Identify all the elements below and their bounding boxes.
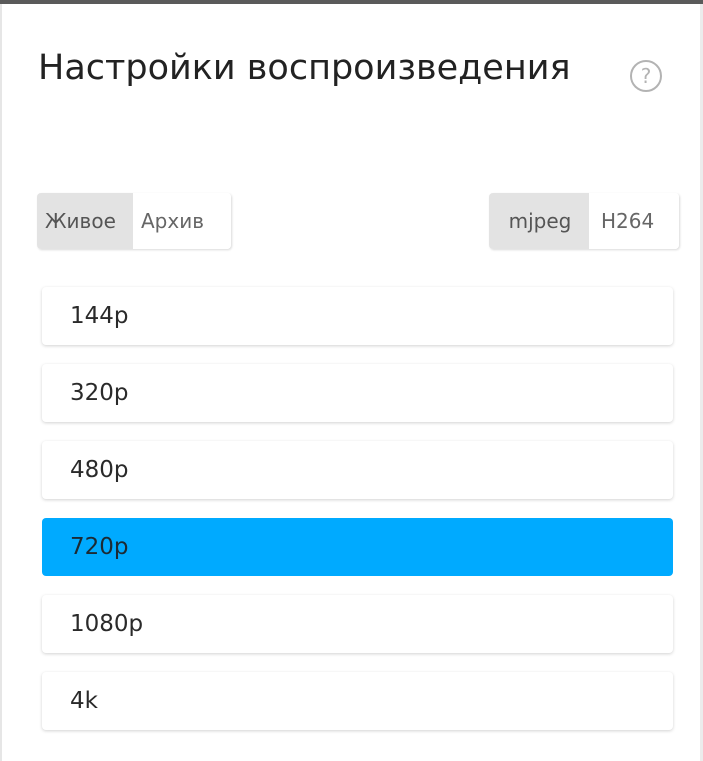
codec-h264-button[interactable]: H264: [589, 193, 679, 249]
quality-option-480p[interactable]: 480p: [42, 441, 673, 499]
mode-toggle: Живое Архив: [37, 193, 231, 249]
codec-mjpeg-button[interactable]: mjpeg: [489, 193, 589, 249]
mode-archive-button[interactable]: Архив: [133, 193, 231, 249]
mode-live-button[interactable]: Живое: [37, 193, 133, 249]
help-icon[interactable]: ?: [630, 60, 662, 92]
quality-list: 144p 320p 480p 720p 1080p 4k: [42, 287, 673, 749]
codec-toggle: mjpeg H264: [489, 193, 679, 249]
quality-option-1080p[interactable]: 1080p: [42, 595, 673, 653]
quality-option-320p[interactable]: 320p: [42, 364, 673, 422]
quality-option-4k[interactable]: 4k: [42, 672, 673, 730]
quality-option-720p[interactable]: 720p: [42, 518, 673, 576]
quality-option-144p[interactable]: 144p: [42, 287, 673, 345]
dialog-title: Настройки воспроизведения: [38, 48, 571, 88]
